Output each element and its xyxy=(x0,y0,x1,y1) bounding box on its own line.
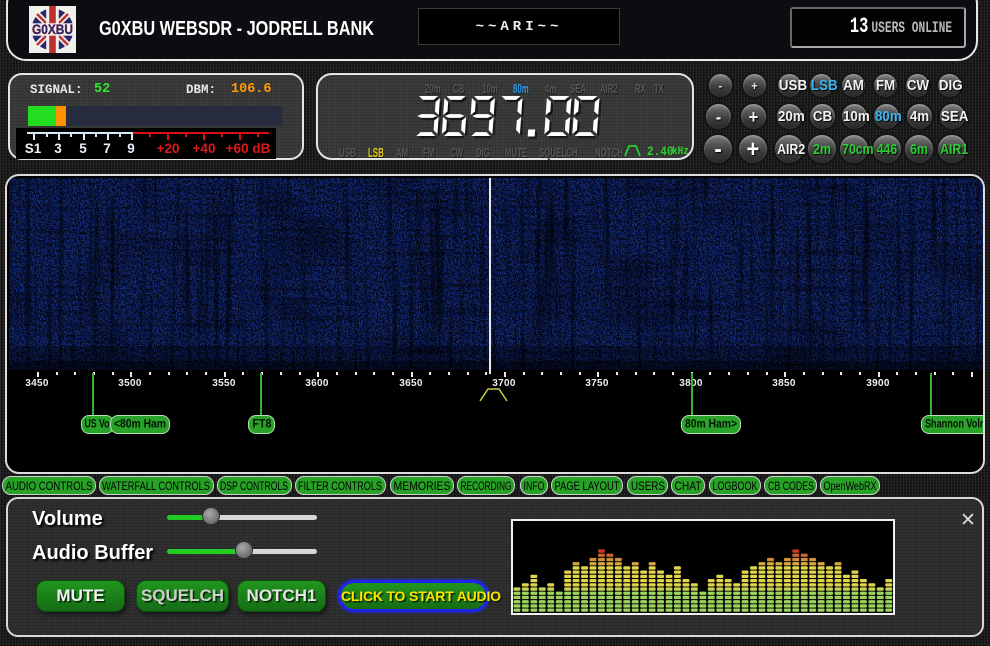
svg-text:WATERFALL CONTROLS: WATERFALL CONTROLS xyxy=(102,479,210,493)
svg-text:INFO: INFO xyxy=(524,479,545,493)
svg-text:CB CODES: CB CODES xyxy=(768,479,814,493)
svg-text:US Vo: US Vo xyxy=(85,417,110,431)
svg-text:FT8: FT8 xyxy=(253,417,272,431)
svg-text:MEMORIES: MEMORIES xyxy=(394,479,451,493)
svg-text:<80m Ham: <80m Ham xyxy=(114,417,166,431)
svg-text:DSP CONTROLS: DSP CONTROLS xyxy=(220,479,288,493)
svg-text:LOGBOOK: LOGBOOK xyxy=(713,479,758,493)
svg-text:AUDIO CONTROLS: AUDIO CONTROLS xyxy=(6,479,93,493)
svg-text:USERS: USERS xyxy=(631,479,665,493)
svg-text:80m Ham>: 80m Ham> xyxy=(685,417,737,431)
svg-text:FILTER CONTROLS: FILTER CONTROLS xyxy=(298,479,382,493)
svg-text:Shannon Volme: Shannon Volme xyxy=(925,417,985,431)
svg-text:G0XBU: G0XBU xyxy=(32,22,73,37)
svg-text:OpenWebRX: OpenWebRX xyxy=(824,479,877,493)
svg-text:PAGE LAYOUT: PAGE LAYOUT xyxy=(555,479,621,493)
svg-text:CHAT: CHAT xyxy=(675,479,703,493)
svg-text:RECORDING: RECORDING xyxy=(461,479,512,493)
